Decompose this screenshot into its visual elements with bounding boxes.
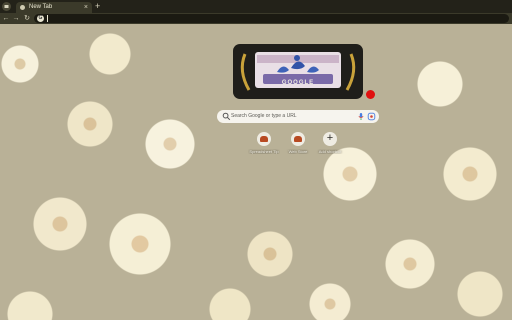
- new-tab-page: GOOGLE Search Google or type a URL Sprea…: [0, 24, 512, 320]
- pizza-icon: [291, 132, 305, 146]
- toolbar: ← → ↻ G: [0, 13, 512, 24]
- plus-icon: +: [323, 132, 337, 146]
- tab-new-tab[interactable]: New Tab ×: [16, 2, 92, 13]
- tab-strip: New Tab × +: [0, 0, 512, 13]
- search-placeholder: Search Google or type a URL: [231, 113, 297, 119]
- text-caret: [47, 15, 48, 22]
- search-icon: [222, 112, 231, 121]
- back-button[interactable]: ←: [2, 15, 10, 23]
- shortcut-tile-web-store[interactable]: Web Store: [282, 132, 314, 162]
- shortcut-tile-spreadsheet-tip[interactable]: Spreadsheet Tip: [248, 132, 280, 162]
- tab-close-icon[interactable]: ×: [84, 3, 88, 12]
- new-tab-button[interactable]: +: [95, 1, 100, 12]
- doodle-share-button[interactable]: [366, 90, 375, 99]
- chrome-menu-icon[interactable]: [2, 2, 11, 11]
- google-icon: G: [37, 15, 44, 22]
- google-lens-icon[interactable]: [367, 112, 376, 121]
- microphone-icon[interactable]: [357, 112, 365, 121]
- shortcut-label: Spreadsheet Tip: [249, 149, 279, 154]
- tab-favicon-icon: [20, 5, 25, 10]
- search-box[interactable]: Search Google or type a URL: [217, 110, 379, 123]
- shortcut-label: Add shortcut: [318, 149, 342, 154]
- address-bar[interactable]: G: [34, 14, 509, 23]
- pizza-icon: [257, 132, 271, 146]
- forward-button[interactable]: →: [12, 15, 20, 23]
- reload-button[interactable]: ↻: [23, 15, 31, 23]
- add-shortcut-tile[interactable]: + Add shortcut: [314, 132, 346, 162]
- tab-title: New Tab: [29, 4, 53, 10]
- doodle-title: GOOGLE: [281, 80, 315, 86]
- google-doodle[interactable]: GOOGLE: [233, 44, 363, 99]
- shortcut-label: Web Store: [288, 149, 308, 154]
